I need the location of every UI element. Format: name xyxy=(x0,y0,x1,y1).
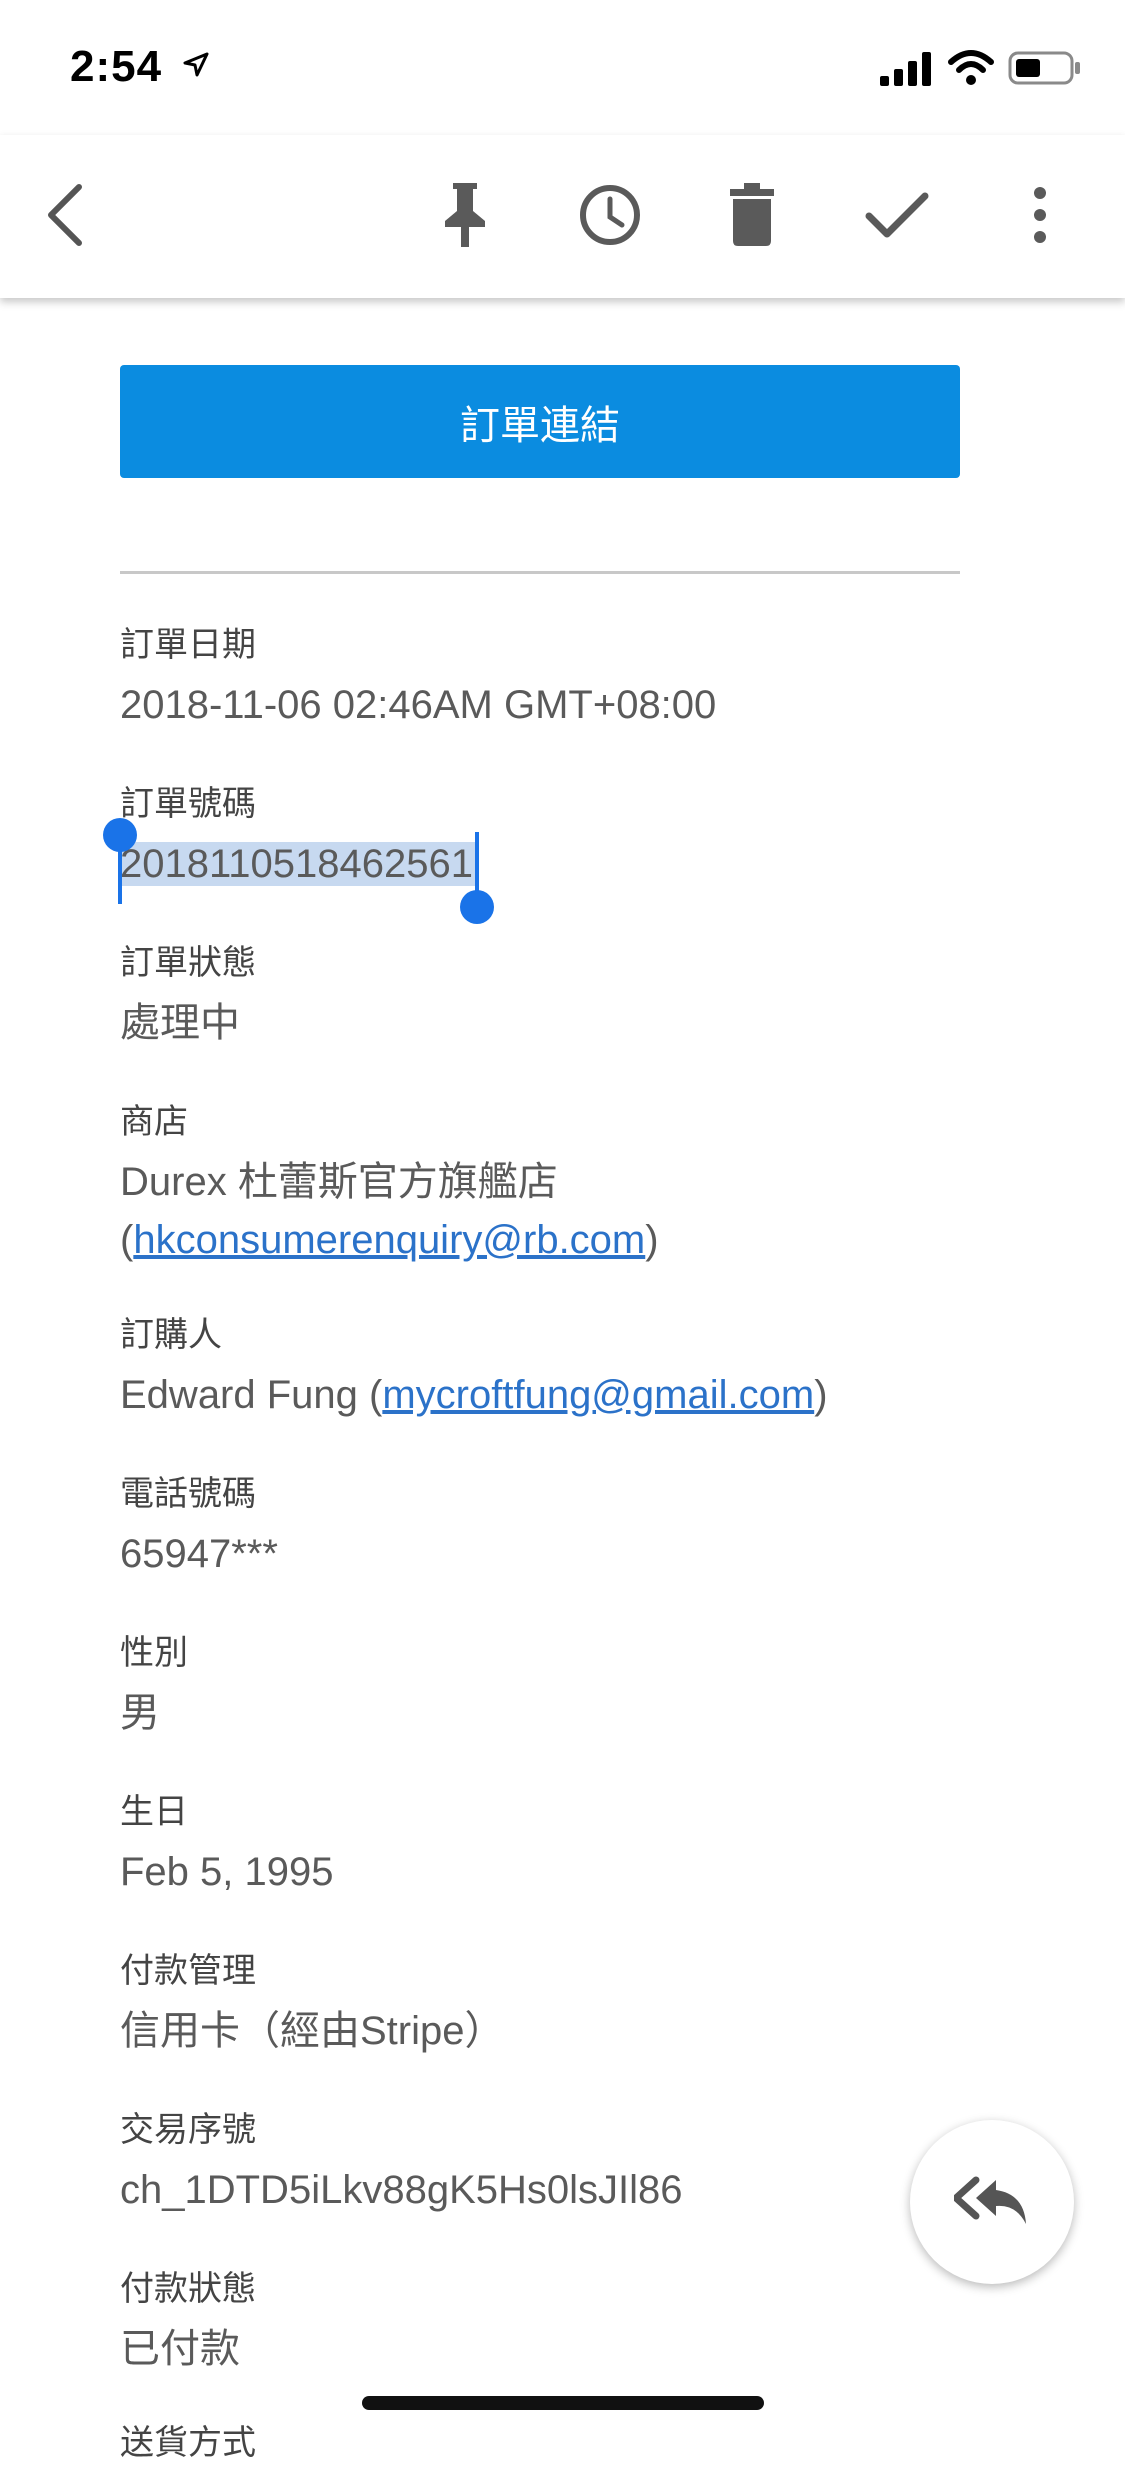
field-value: 65947*** xyxy=(120,1532,278,1576)
field-value: ch_1DTD5iLkv88gK5Hs0lsJIl86 xyxy=(120,2168,683,2212)
field-value: 2018110518462561 xyxy=(120,842,473,886)
field-transaction-id: 交易序號 ch_1DTD5iLkv88gK5Hs0lsJIl86 xyxy=(120,2105,1020,2219)
field-value: 信用卡（經由Stripe） xyxy=(120,2009,505,2053)
location-arrow-icon xyxy=(183,52,209,77)
email-body: 訂單連結 訂單日期 2018-11-06 02:46AM GMT+08:00 訂… xyxy=(0,298,1125,2462)
snooze-button[interactable] xyxy=(570,175,650,255)
more-vertical-icon xyxy=(1034,187,1046,243)
back-button[interactable] xyxy=(26,175,106,255)
status-time: 2:54 xyxy=(70,42,163,91)
pin-icon xyxy=(445,183,485,247)
store-email-link[interactable]: hkconsumerenquiry@rb.com xyxy=(133,1218,645,1262)
field-label: 送貨方式 xyxy=(120,2424,256,2462)
battery-icon xyxy=(1008,51,1080,85)
order-link-button[interactable]: 訂單連結 xyxy=(120,365,960,478)
clock-icon xyxy=(580,185,640,245)
field-label: 商店 xyxy=(120,1103,188,1141)
divider xyxy=(120,571,960,574)
field-label: 付款管理 xyxy=(120,1952,256,1990)
field-label: 訂單日期 xyxy=(120,626,256,664)
reply-all-icon xyxy=(954,2176,1026,2224)
field-label: 生日 xyxy=(120,1793,188,1831)
trash-icon xyxy=(730,183,774,246)
field-value-wrapper: 2018110518462561 xyxy=(103,818,1020,924)
chevron-left-icon xyxy=(48,184,82,246)
field-value: 已付款 xyxy=(120,2327,240,2371)
store-name: Durex 杜蕾斯官方旗艦店 xyxy=(120,1160,558,1204)
purchaser-email-link[interactable]: mycroftfung@gmail.com xyxy=(382,1373,814,1417)
field-label: 性別 xyxy=(120,1634,188,1672)
delete-button[interactable] xyxy=(712,175,792,255)
field-value: 男 xyxy=(120,1691,160,1735)
field-label: 交易序號 xyxy=(120,2111,256,2149)
field-birthday: 生日 Feb 5, 1995 xyxy=(120,1787,1020,1901)
field-purchaser: 訂購人 Edward Fung (mycroftfung@gmail.com) xyxy=(120,1310,1020,1424)
selection-end-handle[interactable] xyxy=(459,832,494,924)
field-payment-status: 付款狀態 已付款 xyxy=(120,2264,1020,2378)
paren-close: ) xyxy=(645,1218,659,1262)
selection-start-handle[interactable] xyxy=(103,818,137,904)
cellular-signal-icon xyxy=(880,52,931,86)
field-value: Feb 5, 1995 xyxy=(120,1850,334,1894)
field-phone: 電話號碼 65947*** xyxy=(120,1469,1020,1583)
field-order-number: 訂單號碼 2018110518462561 xyxy=(103,779,1020,924)
pin-button[interactable] xyxy=(425,175,505,255)
field-order-date: 訂單日期 2018-11-06 02:46AM GMT+08:00 xyxy=(120,620,1020,734)
field-label: 訂單狀態 xyxy=(120,944,256,982)
field-value: 2018-11-06 02:46AM GMT+08:00 xyxy=(120,683,717,727)
field-label: 付款狀態 xyxy=(120,2270,256,2308)
home-indicator[interactable] xyxy=(362,2396,764,2410)
field-gender: 性別 男 xyxy=(120,1628,1020,1742)
paren-close: ) xyxy=(814,1373,828,1417)
status-bar: 2:54 xyxy=(0,0,1125,135)
more-options-button[interactable] xyxy=(1000,175,1080,255)
field-shipping-method: 送貨方式 xyxy=(120,2418,1020,2468)
mark-done-button[interactable] xyxy=(857,175,937,255)
field-value: 處理中 xyxy=(120,1001,240,1045)
field-label: 電話號碼 xyxy=(120,1475,256,1513)
reply-all-button[interactable] xyxy=(910,2120,1074,2284)
selected-order-number[interactable]: 2018110518462561 xyxy=(103,818,494,924)
paren-open: ( xyxy=(120,1218,134,1262)
wifi-icon xyxy=(948,50,994,85)
field-store: 商店 Durex 杜蕾斯官方旗艦店 (hkconsumerenquiry@rb.… xyxy=(120,1097,1020,1269)
field-label: 訂購人 xyxy=(120,1316,222,1354)
field-order-status: 訂單狀態 處理中 xyxy=(120,938,1020,1052)
field-label: 訂單號碼 xyxy=(120,785,256,823)
purchaser-name: Edward Fung ( xyxy=(120,1373,383,1417)
field-payment-method: 付款管理 信用卡（經由Stripe） xyxy=(120,1946,1020,2060)
field-value: Edward Fung (mycroftfung@gmail.com) xyxy=(120,1366,1020,1424)
email-toolbar xyxy=(0,135,1125,298)
check-icon xyxy=(865,192,929,238)
field-value: Durex 杜蕾斯官方旗艦店 (hkconsumerenquiry@rb.com… xyxy=(120,1153,1020,1269)
